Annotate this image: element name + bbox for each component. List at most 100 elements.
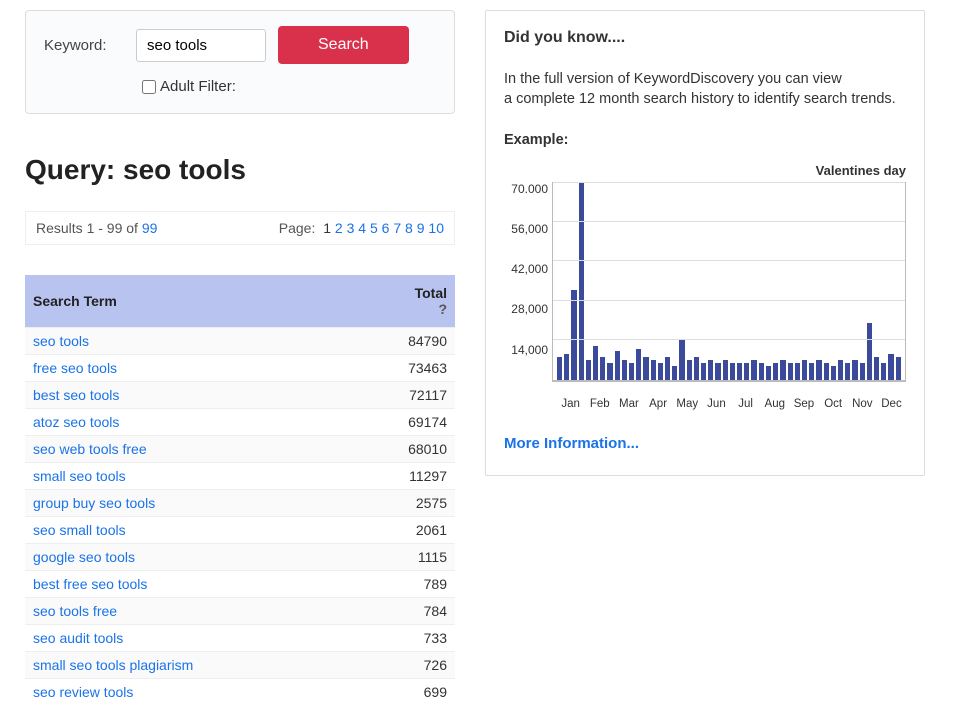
term-total: 784	[353, 598, 455, 625]
term-link[interactable]: atoz seo tools	[33, 414, 119, 430]
term-link[interactable]: seo tools	[33, 333, 89, 349]
chart-bar	[881, 363, 886, 380]
chart-bar	[651, 360, 656, 380]
table-row: group buy seo tools2575	[25, 490, 455, 517]
term-link[interactable]: seo small tools	[33, 522, 126, 538]
page-9[interactable]: 9	[417, 220, 425, 236]
keyword-input[interactable]	[136, 29, 266, 62]
chart-bar	[773, 363, 778, 380]
chart-bar	[615, 351, 620, 379]
term-total: 69174	[353, 409, 455, 436]
chart-bar	[622, 360, 627, 380]
table-row: seo tools 84790	[25, 328, 455, 355]
chart-bar	[860, 363, 865, 380]
y-tick: 14,000	[504, 343, 548, 357]
table-row: seo web tools free68010	[25, 436, 455, 463]
x-tick: Jun	[702, 398, 731, 410]
page-5[interactable]: 5	[370, 220, 378, 236]
table-row: seo small tools 2061	[25, 517, 455, 544]
chart-bar	[629, 363, 634, 380]
chart-bar	[795, 363, 800, 380]
term-link[interactable]: seo tools free	[33, 603, 117, 619]
chart-bar	[586, 360, 591, 380]
chart-bar	[564, 354, 569, 379]
chart-bar	[694, 357, 699, 380]
keyword-label: Keyword:	[44, 37, 124, 54]
term-total: 84790	[353, 328, 455, 355]
chart-bar	[665, 357, 670, 380]
y-tick: 70.000	[504, 182, 548, 196]
chart-bar	[802, 360, 807, 380]
chart-bar	[867, 323, 872, 379]
table-row: best seo tools 72117	[25, 382, 455, 409]
chart-title: Valentines day	[504, 163, 906, 178]
x-tick: Dec	[877, 398, 906, 410]
term-link[interactable]: small seo tools plagiarism	[33, 657, 193, 673]
page-7[interactable]: 7	[393, 220, 401, 236]
query-title: Query: seo tools	[25, 154, 455, 186]
term-total: 73463	[353, 355, 455, 382]
chart-bar	[737, 363, 742, 380]
chart-bar	[672, 366, 677, 380]
table-row: atoz seo tools 69174	[25, 409, 455, 436]
term-link[interactable]: google seo tools	[33, 549, 135, 565]
chart-bar	[557, 357, 562, 380]
x-tick: Sep	[789, 398, 818, 410]
page-2[interactable]: 2	[335, 220, 343, 236]
search-button[interactable]: Search	[278, 26, 409, 64]
chart-bar	[687, 360, 692, 380]
page-4[interactable]: 4	[358, 220, 366, 236]
term-link[interactable]: small seo tools	[33, 468, 126, 484]
chart-bar	[831, 366, 836, 380]
page-6[interactable]: 6	[382, 220, 390, 236]
term-total: 11297	[353, 463, 455, 490]
chart-bar	[571, 290, 576, 380]
info-text-2: a complete 12 month search history to id…	[504, 89, 906, 109]
more-info-link[interactable]: More Information...	[504, 435, 639, 452]
chart-bar	[874, 357, 879, 380]
chart-bar	[766, 366, 771, 380]
x-tick: Oct	[819, 398, 848, 410]
page-10[interactable]: 10	[428, 220, 444, 236]
chart-bar	[751, 360, 756, 380]
chart-bar	[744, 363, 749, 380]
term-total: 726	[353, 652, 455, 679]
chart-bar	[852, 360, 857, 380]
term-link[interactable]: group buy seo tools	[33, 495, 155, 511]
table-row: free seo tools 73463	[25, 355, 455, 382]
chart-bar	[643, 357, 648, 380]
chart-bar	[723, 360, 728, 380]
x-tick: May	[673, 398, 702, 410]
chart-bar	[579, 183, 584, 380]
adult-filter-checkbox[interactable]	[142, 80, 156, 94]
term-link[interactable]: seo review tools	[33, 684, 133, 700]
table-row: small seo tools plagiarism 726	[25, 652, 455, 679]
chart-bar	[600, 357, 605, 380]
term-link[interactable]: seo web tools free	[33, 441, 147, 457]
chart-bar	[607, 363, 612, 380]
page-8[interactable]: 8	[405, 220, 413, 236]
adult-filter-label: Adult Filter:	[160, 78, 236, 95]
chart-bar	[838, 360, 843, 380]
x-tick: Jan	[556, 398, 585, 410]
term-link[interactable]: seo audit tools	[33, 630, 123, 646]
table-header-term: Search Term	[25, 275, 353, 328]
term-total: 72117	[353, 382, 455, 409]
chart-bar	[759, 363, 764, 380]
term-link[interactable]: best free seo tools	[33, 576, 147, 592]
results-bar: Results 1 - 99 of 99 Page: 1 2 3 4 5 6 7…	[25, 211, 455, 245]
term-link[interactable]: best seo tools	[33, 387, 119, 403]
term-total: 733	[353, 625, 455, 652]
total-help-icon[interactable]: ?	[361, 301, 447, 317]
chart-bar	[730, 363, 735, 380]
page-3[interactable]: 3	[347, 220, 355, 236]
chart-bar	[658, 363, 663, 380]
chart-bar	[708, 360, 713, 380]
x-tick: Jul	[731, 398, 760, 410]
term-total: 2061	[353, 517, 455, 544]
results-total-link[interactable]: 99	[142, 220, 158, 236]
term-link[interactable]: free seo tools	[33, 360, 117, 376]
info-text-1: In the full version of KeywordDiscovery …	[504, 69, 906, 89]
table-row: seo audit tools 733	[25, 625, 455, 652]
term-total: 1115	[353, 544, 455, 571]
